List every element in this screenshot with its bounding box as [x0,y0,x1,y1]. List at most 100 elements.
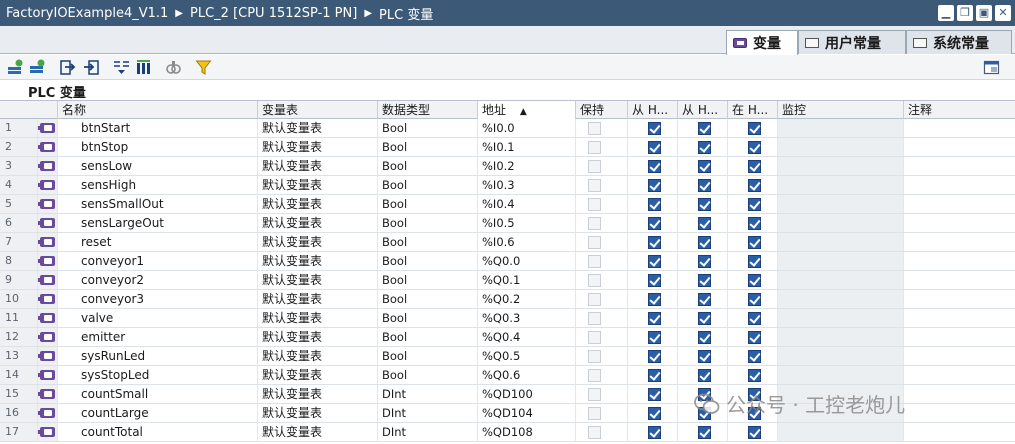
breadcrumb-plc[interactable]: PLC_2 [CPU 1512SP-1 PN] [190,6,357,21]
table-row[interactable]: 2 btnStop 默认变量表 Bool %I0.1 [0,138,1015,157]
hmi-visible-checkbox[interactable] [748,369,761,382]
table-row[interactable]: 3 sensLow 默认变量表 Bool %I0.2 [0,157,1015,176]
variable-address[interactable]: %QD104 [478,404,576,422]
variable-name[interactable]: btnStop [58,138,258,156]
table-row[interactable]: 1 btnStart 默认变量表 Bool %I0.0 [0,119,1015,138]
variable-name[interactable]: sensSmallOut [58,195,258,213]
hmi-visible-checkbox[interactable] [748,293,761,306]
variable-address[interactable]: %Q0.0 [478,252,576,270]
hmi-writable-checkbox[interactable] [698,198,711,211]
hmi-writable-checkbox[interactable] [698,350,711,363]
hmi-visible-checkbox[interactable] [748,198,761,211]
variable-data-type[interactable]: DInt [378,385,478,403]
comment-field[interactable] [904,385,1015,403]
hmi-writable-checkbox[interactable] [698,217,711,230]
variable-address[interactable]: %I0.0 [478,119,576,137]
comment-field[interactable] [904,176,1015,194]
hmi-visible-checkbox[interactable] [748,179,761,192]
variable-table[interactable]: 默认变量表 [258,252,378,270]
hmi-accessible-checkbox[interactable] [648,426,661,439]
hmi-writable-checkbox[interactable] [698,293,711,306]
variable-address[interactable]: %I0.6 [478,233,576,251]
columns-icon[interactable] [134,58,153,77]
variable-data-type[interactable]: Bool [378,157,478,175]
hmi-writable-checkbox[interactable] [698,369,711,382]
variable-address[interactable]: %I0.2 [478,157,576,175]
minimize-icon[interactable]: ▁ [938,5,954,21]
variable-table[interactable]: 默认变量表 [258,366,378,384]
hmi-visible-checkbox[interactable] [748,255,761,268]
comment-field[interactable] [904,309,1015,327]
table-row[interactable]: 12 emitter 默认变量表 Bool %Q0.4 [0,328,1015,347]
variable-table[interactable]: 默认变量表 [258,138,378,156]
comment-field[interactable] [904,404,1015,422]
online-icon[interactable] [164,58,183,77]
variable-name[interactable]: sysRunLed [58,347,258,365]
hmi-writable-checkbox[interactable] [698,236,711,249]
variable-data-type[interactable]: Bool [378,138,478,156]
hmi-visible-checkbox[interactable] [748,160,761,173]
variable-address[interactable]: %Q0.1 [478,271,576,289]
hmi-accessible-checkbox[interactable] [648,198,661,211]
variable-data-type[interactable]: Bool [378,214,478,232]
hmi-accessible-checkbox[interactable] [648,312,661,325]
comment-field[interactable] [904,138,1015,156]
insert-row-icon[interactable] [28,58,47,77]
hmi-accessible-checkbox[interactable] [648,274,661,287]
variable-table[interactable]: 默认变量表 [258,119,378,137]
comment-field[interactable] [904,347,1015,365]
comment-field[interactable] [904,157,1015,175]
variable-address[interactable]: %I0.1 [478,138,576,156]
variable-data-type[interactable]: Bool [378,233,478,251]
hmi-writable-checkbox[interactable] [698,331,711,344]
hmi-accessible-checkbox[interactable] [648,350,661,363]
variable-name[interactable]: valve [58,309,258,327]
variable-table[interactable]: 默认变量表 [258,347,378,365]
monitor-icon[interactable] [112,58,131,77]
table-row[interactable]: 9 conveyor2 默认变量表 Bool %Q0.1 [0,271,1015,290]
variable-name[interactable]: sysStopLed [58,366,258,384]
table-row[interactable]: 10 conveyor3 默认变量表 Bool %Q0.2 [0,290,1015,309]
comment-field[interactable] [904,252,1015,270]
column-address[interactable]: 地址 ▲ [478,101,576,119]
table-row[interactable]: 5 sensSmallOut 默认变量表 Bool %I0.4 [0,195,1015,214]
hmi-writable-checkbox[interactable] [698,179,711,192]
variable-data-type[interactable]: Bool [378,347,478,365]
variable-name[interactable]: conveyor1 [58,252,258,270]
comment-field[interactable] [904,233,1015,251]
variable-address[interactable]: %Q0.6 [478,366,576,384]
variable-data-type[interactable]: DInt [378,404,478,422]
hmi-writable-checkbox[interactable] [698,122,711,135]
hmi-accessible-checkbox[interactable] [648,122,661,135]
variable-table[interactable]: 默认变量表 [258,157,378,175]
variable-address[interactable]: %Q0.3 [478,309,576,327]
variable-address[interactable]: %Q0.4 [478,328,576,346]
comment-field[interactable] [904,328,1015,346]
variable-table[interactable]: 默认变量表 [258,176,378,194]
hmi-accessible-checkbox[interactable] [648,331,661,344]
filter-icon[interactable] [194,58,213,77]
variable-data-type[interactable]: Bool [378,366,478,384]
table-row[interactable]: 13 sysRunLed 默认变量表 Bool %Q0.5 [0,347,1015,366]
hmi-accessible-checkbox[interactable] [648,236,661,249]
hmi-writable-checkbox[interactable] [698,160,711,173]
hmi-accessible-checkbox[interactable] [648,293,661,306]
variable-data-type[interactable]: Bool [378,290,478,308]
table-row[interactable]: 8 conveyor1 默认变量表 Bool %Q0.0 [0,252,1015,271]
layout-icon[interactable] [982,58,1001,77]
variable-data-type[interactable]: DInt [378,423,478,441]
table-row[interactable]: 4 sensHigh 默认变量表 Bool %I0.3 [0,176,1015,195]
hmi-writable-checkbox[interactable] [698,274,711,287]
tab-system-constants[interactable]: 系统常量 [906,30,1012,54]
hmi-visible-checkbox[interactable] [748,312,761,325]
comment-field[interactable] [904,195,1015,213]
hmi-accessible-checkbox[interactable] [648,407,661,420]
hmi-visible-checkbox[interactable] [748,274,761,287]
column-table[interactable]: 变量表 [258,101,378,119]
hmi-visible-checkbox[interactable] [748,236,761,249]
column-hmi-writable[interactable]: 从 H... [678,101,728,119]
hmi-writable-checkbox[interactable] [698,312,711,325]
comment-field[interactable] [904,271,1015,289]
variable-data-type[interactable]: Bool [378,176,478,194]
variable-table[interactable]: 默认变量表 [258,385,378,403]
